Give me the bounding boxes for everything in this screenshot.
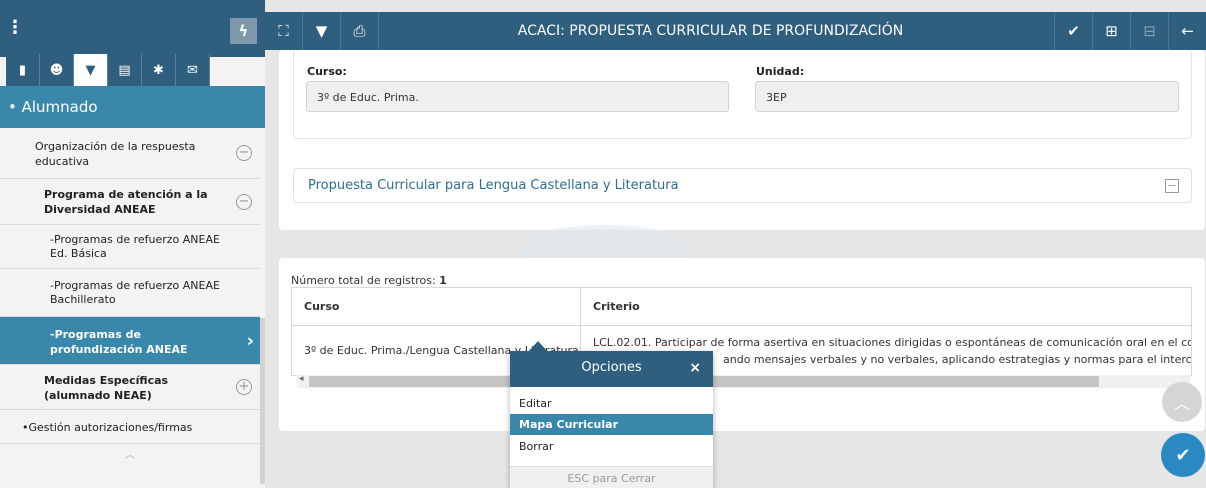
scroll-left-icon[interactable]: ◂ (299, 374, 304, 384)
unidad-label: Unidad: (756, 65, 805, 78)
accordion-title: Propuesta Curricular para Lengua Castell… (308, 178, 679, 193)
table-row[interactable]: 3º de Educ. Prima./Lengua Castellana y L… (291, 325, 1192, 376)
sidebar-item-gestion-autorizaciones[interactable]: •Gestión autorizaciones/firmas (0, 410, 260, 444)
table-header: Curso Criterio (291, 287, 1192, 326)
popup-footer[interactable]: ESC para Cerrar (510, 466, 713, 488)
column-header-criterio[interactable]: Criterio (580, 287, 1192, 326)
menu-icon[interactable]: ⋮ (6, 19, 24, 37)
pdf-icon[interactable]: ⎙ (341, 12, 379, 50)
form-card: Curso: 3º de Educ. Prima. Unidad: 3EP (293, 50, 1192, 139)
sidebar-item-refuerzo-basica[interactable]: -Programas de refuerzo ANEAE Ed. Básica (0, 225, 260, 269)
toolbar: ⛶ ▼ ⎙ ACACI: PROPUESTA CURRICULAR DE PRO… (265, 12, 1206, 50)
popup-title: Opciones (581, 360, 642, 375)
sidebar-item-label: -Programas de refuerzo ANEAE Bachillerat… (50, 279, 220, 306)
results-table: Curso Criterio 3º de Educ. Prima./Lengua… (291, 287, 1192, 376)
record-count: Número total de registros: 1 (291, 274, 447, 287)
sidebar-item-label: -Programas de profundización ANEAE (50, 328, 188, 356)
check-icon[interactable]: ✔ (1054, 12, 1092, 50)
sidebar-item-label: •Gestión autorizaciones/firmas (22, 421, 193, 434)
accordion-propuesta[interactable]: Propuesta Curricular para Lengua Castell… (293, 168, 1192, 203)
section-alumnado[interactable]: • Alumnado (0, 86, 265, 128)
menu-item-mapa-curricular[interactable]: Mapa Curricular (510, 414, 713, 435)
building-icon[interactable]: ▮ (6, 54, 40, 86)
collapse-icon[interactable]: − (236, 193, 252, 210)
graduation-cap-icon[interactable]: ▼ (74, 54, 108, 86)
add-document-icon[interactable]: ⊞ (1092, 12, 1130, 50)
sidebar-item-programa-diversidad[interactable]: Programa de atención a la Diversidad ANE… (0, 179, 260, 225)
menu-item-borrar[interactable]: Borrar (510, 436, 713, 457)
gears-icon[interactable]: ✱ (142, 54, 176, 86)
back-arrow-icon[interactable]: ← (1168, 12, 1206, 50)
unidad-field: 3EP (755, 81, 1179, 112)
sidebar-tabs: ▮ ☻ ▼ ▤ ✱ ✉ (6, 54, 210, 86)
popup-header: Opciones × (510, 351, 713, 387)
sidebar-scrollbar[interactable] (260, 318, 265, 484)
sidebar-item-profundizacion[interactable]: -Programas de profundización ANEAE › (0, 317, 260, 365)
criterio-line-1: LCL.02.01. Participar de forma asertiva … (593, 335, 1192, 349)
fullscreen-icon[interactable]: ⛶ (265, 12, 303, 50)
scroll-up-icon[interactable]: ︿ (125, 446, 135, 461)
filter-icon[interactable]: ▼ (303, 12, 341, 50)
collapse-icon[interactable]: − (1165, 179, 1179, 193)
users-icon[interactable]: ☻ (40, 54, 74, 86)
collapse-icon[interactable]: − (236, 145, 252, 161)
sidebar-item-medidas-especificas[interactable]: Medidas Específicas (alumnado NEAE) + (0, 365, 260, 410)
sidebar-item-label: -Programas de refuerzo ANEAE Ed. Básica (50, 233, 220, 260)
sidebar-item-label: Organización de la respuesta educativa (35, 140, 196, 168)
expand-icon[interactable]: + (236, 379, 252, 395)
quick-actions-icon[interactable]: ϟ (230, 18, 257, 44)
mail-alert-icon[interactable]: ✉ (176, 54, 210, 86)
book-icon[interactable]: ▤ (108, 54, 142, 86)
sidebar-item-organizacion[interactable]: Organización de la respuesta educativa − (0, 128, 260, 179)
scroll-top-button[interactable]: ︿ (1162, 382, 1202, 422)
close-icon[interactable]: × (689, 360, 701, 376)
record-count-value: 1 (439, 274, 447, 287)
chevron-right-icon: › (246, 330, 254, 351)
record-count-label: Número total de registros: (291, 274, 436, 287)
confirm-button[interactable]: ✔ (1161, 433, 1205, 477)
page-title: ACACI: PROPUESTA CURRICULAR DE PROFUNDIZ… (517, 23, 904, 39)
sidebar-item-label: Programa de atención a la Diversidad ANE… (44, 188, 208, 216)
sidebar-item-refuerzo-bachillerato[interactable]: -Programas de refuerzo ANEAE Bachillerat… (0, 269, 260, 317)
options-popup: Opciones × Editar Mapa Curricular Borrar… (510, 351, 713, 488)
horizontal-scrollbar[interactable]: ◂ (297, 374, 1190, 388)
menu-item-editar[interactable]: Editar (510, 393, 713, 414)
curso-field: 3º de Educ. Prima. (306, 81, 729, 112)
sidebar-item-label: Medidas Específicas (alumnado NEAE) (44, 374, 169, 402)
column-header-curso[interactable]: Curso (291, 287, 581, 326)
remove-document-icon: ⊟ (1130, 12, 1168, 50)
curso-label: Curso: (307, 65, 347, 78)
sidebar-header: ⋮ ϟ (0, 0, 265, 57)
sidebar: ⋮ ϟ ▮ ☻ ▼ ▤ ✱ ✉ • Alumnado Organización … (0, 0, 265, 488)
